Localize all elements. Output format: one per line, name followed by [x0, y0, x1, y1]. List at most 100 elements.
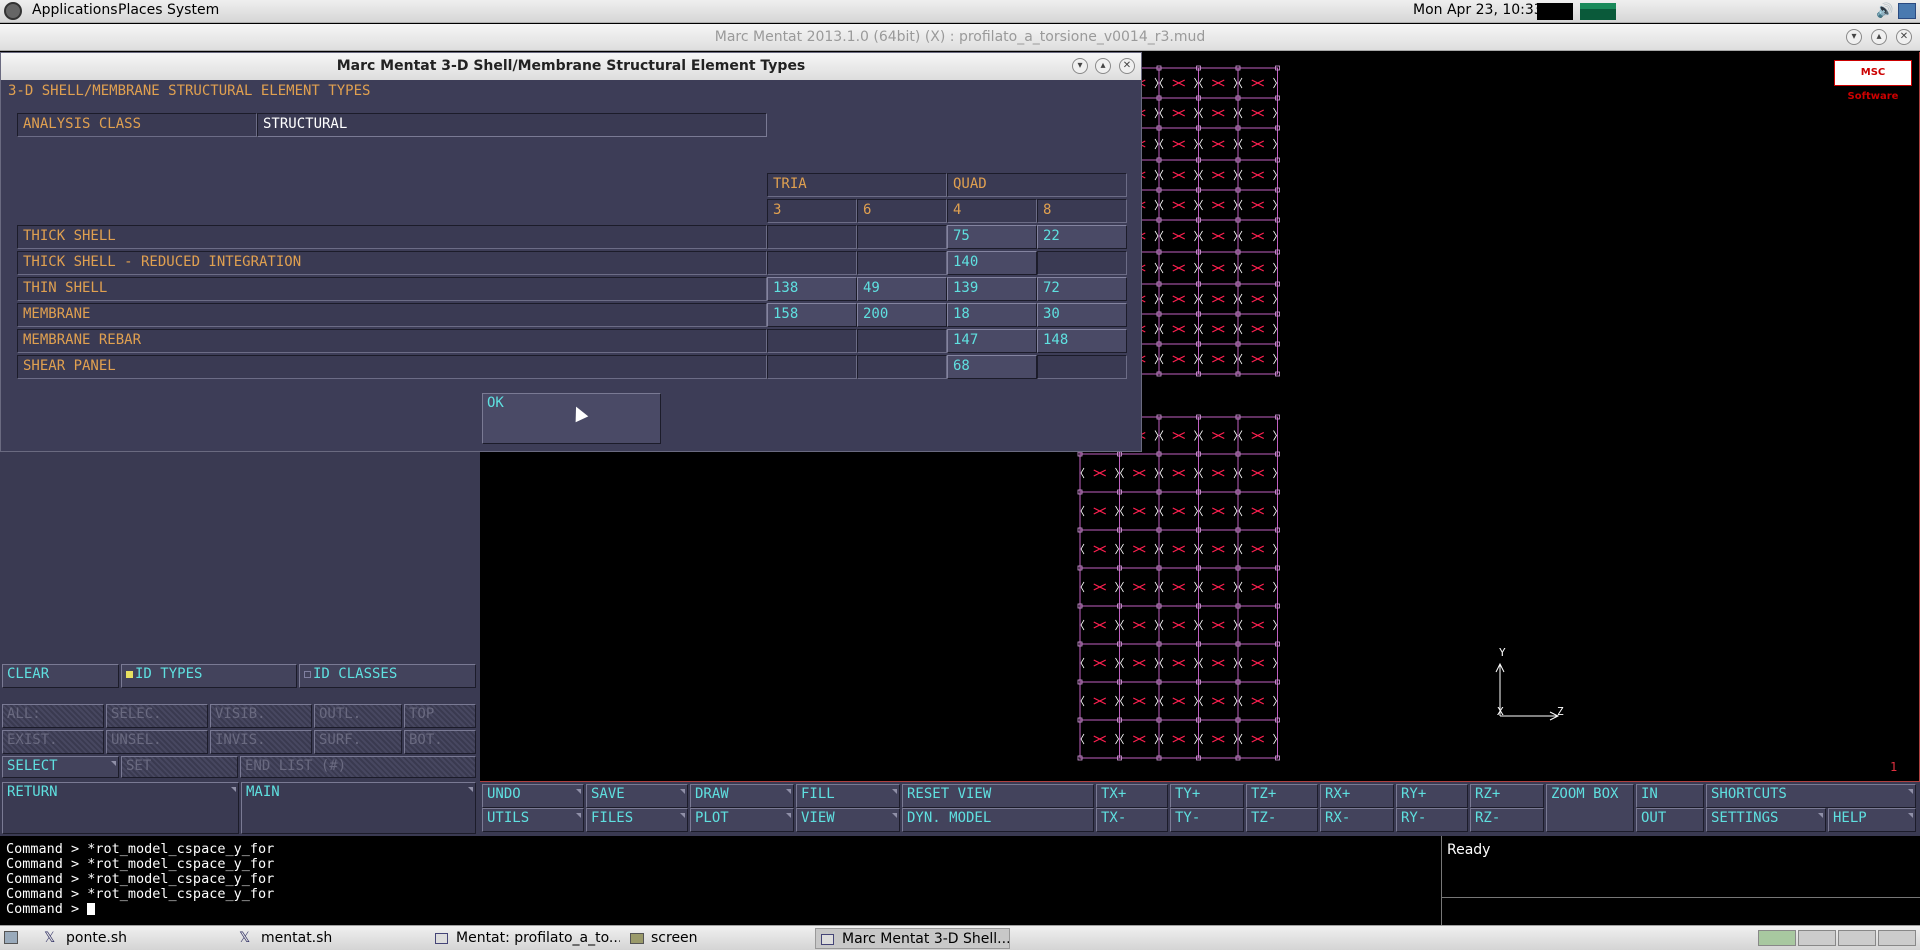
element-type-button[interactable]: 158 [767, 303, 857, 327]
row-label: THICK SHELL [17, 225, 767, 249]
clear-button[interactable]: CLEAR [2, 664, 119, 688]
ok-button[interactable]: OK [482, 393, 661, 444]
maximize-icon[interactable]: ▴ [1871, 29, 1887, 45]
invis-button[interactable]: INVIS. [210, 730, 312, 754]
toolbar-undo-button[interactable]: UNDO [482, 784, 584, 808]
toolbar-tx+-button[interactable]: TX+ [1096, 784, 1168, 808]
task-mentat-main[interactable]: Mentat: profilato_a_to... [430, 928, 620, 949]
top-panel: Applications Places System Mon Apr 23, 1… [0, 0, 1920, 23]
minimize-icon[interactable]: ▾ [1846, 29, 1862, 45]
set-button[interactable]: SET [121, 756, 238, 778]
element-type-button[interactable]: 68 [947, 355, 1037, 379]
task-mentat[interactable]: 𝕏mentat.sh [235, 928, 425, 949]
element-type-button[interactable]: 30 [1037, 303, 1127, 327]
element-type-button[interactable]: 200 [857, 303, 947, 327]
menu-places[interactable]: Places [118, 2, 163, 18]
element-type-button[interactable]: 22 [1037, 225, 1127, 249]
main-button[interactable]: MAIN [241, 782, 476, 834]
element-type-button[interactable]: 49 [857, 277, 947, 301]
element-type-button[interactable]: 72 [1037, 277, 1127, 301]
volume-icon[interactable]: 🔊 [1876, 3, 1893, 19]
toolbar-ty--button[interactable]: TY- [1170, 808, 1244, 832]
toolbar-rz+-button[interactable]: RZ+ [1470, 784, 1544, 808]
unsel-button[interactable]: UNSEL. [106, 730, 208, 754]
command-prompt[interactable]: Command > [6, 902, 1434, 917]
menu-system[interactable]: System [167, 2, 219, 18]
toolbar-dyn-model-button[interactable]: DYN. MODEL [902, 808, 1094, 832]
edge-marker [1233, 581, 1238, 593]
edge-marker [1080, 733, 1085, 745]
element-type-button[interactable]: 138 [767, 277, 857, 301]
task-ponte[interactable]: 𝕏ponte.sh [40, 928, 230, 949]
toolbar-reset-view-button[interactable]: RESET VIEW [902, 784, 1094, 808]
settings-button[interactable]: SETTINGS [1706, 808, 1826, 832]
toolbar-ry--button[interactable]: RY- [1396, 808, 1468, 832]
text-cursor [87, 903, 96, 915]
toolbar-ry+-button[interactable]: RY+ [1396, 784, 1468, 808]
zoom-out-button[interactable]: OUT [1636, 808, 1704, 832]
element-type-button[interactable]: 147 [947, 329, 1037, 353]
element-type-button[interactable]: 140 [947, 251, 1037, 275]
edge-marker [1273, 262, 1277, 274]
element-type-button[interactable]: 18 [947, 303, 1037, 327]
dialog-maximize-icon[interactable]: ▴ [1095, 58, 1111, 74]
help-button[interactable]: HELP [1828, 808, 1916, 832]
workspace-1[interactable] [1758, 930, 1796, 946]
all-label: ALL: [2, 704, 104, 728]
return-button[interactable]: RETURN [2, 782, 239, 834]
zoom-in-button[interactable]: IN [1636, 784, 1704, 808]
end-list-button[interactable]: END LIST (#) [240, 756, 476, 778]
dialog-minimize-icon[interactable]: ▾ [1072, 58, 1088, 74]
empty-cell [1037, 355, 1127, 379]
zoom-box-button[interactable]: ZOOM BOX [1546, 784, 1634, 832]
toolbar-rx+-button[interactable]: RX+ [1320, 784, 1394, 808]
edge-marker [1154, 467, 1159, 479]
toolbar-rz--button[interactable]: RZ- [1470, 808, 1544, 832]
show-desktop-icon[interactable] [4, 931, 18, 944]
gnome-foot-icon[interactable] [4, 2, 22, 20]
command-console[interactable]: Command > *rot_model_cspace_y_for Comman… [0, 836, 1440, 925]
toolbar-draw-button[interactable]: DRAW [690, 784, 794, 808]
top-button[interactable]: TOP [404, 704, 476, 728]
toolbar-rx--button[interactable]: RX- [1320, 808, 1394, 832]
surf-button[interactable]: SURF. [314, 730, 402, 754]
element-type-button[interactable]: 75 [947, 225, 1037, 249]
task-screen[interactable]: screen [625, 928, 815, 949]
toolbar-view-button[interactable]: VIEW [796, 808, 900, 832]
toolbar-save-button[interactable]: SAVE [586, 784, 688, 808]
toolbar-tx--button[interactable]: TX- [1096, 808, 1168, 832]
select-button[interactable]: SELECT [2, 756, 119, 778]
close-icon[interactable]: ✕ [1896, 29, 1912, 45]
system-monitor-cpu[interactable] [1537, 3, 1573, 20]
dialog-titlebar[interactable]: Marc Mentat 3-D Shell/Membrane Structura… [1, 53, 1141, 80]
workspace-2[interactable] [1798, 930, 1836, 946]
toolbar-tz--button[interactable]: TZ- [1246, 808, 1318, 832]
main-window-titlebar[interactable]: Marc Mentat 2013.1.0 (64bit) (X) : profi… [0, 24, 1920, 51]
menu-applications[interactable]: Applications [32, 2, 118, 18]
system-monitor-net[interactable] [1580, 3, 1616, 20]
id-classes-button[interactable]: ID CLASSES [299, 664, 476, 688]
element-type-button[interactable]: 148 [1037, 329, 1127, 353]
toolbar-fill-button[interactable]: FILL [796, 784, 900, 808]
toolbar-tz+-button[interactable]: TZ+ [1246, 784, 1318, 808]
workspace-4[interactable] [1878, 930, 1916, 946]
edge-marker [1199, 543, 1203, 555]
workspace-3[interactable] [1838, 930, 1876, 946]
applet-icon[interactable] [1898, 3, 1916, 19]
toolbar-plot-button[interactable]: PLOT [690, 808, 794, 832]
analysis-class-field[interactable]: STRUCTURAL [257, 113, 767, 137]
id-types-button[interactable]: ID TYPES [121, 664, 297, 688]
toolbar-files-button[interactable]: FILES [586, 808, 688, 832]
clock[interactable]: Mon Apr 23, 10:33 [1413, 2, 1543, 18]
bot-button[interactable]: BOT. [404, 730, 476, 754]
element-type-button[interactable]: 139 [947, 277, 1037, 301]
shortcuts-button[interactable]: SHORTCUTS [1706, 784, 1916, 808]
toolbar-ty+-button[interactable]: TY+ [1170, 784, 1244, 808]
task-element-dialog[interactable]: Marc Mentat 3-D Shell... [815, 928, 1010, 949]
selec-button[interactable]: SELEC. [106, 704, 208, 728]
toolbar-utils-button[interactable]: UTILS [482, 808, 584, 832]
dialog-close-icon[interactable]: ✕ [1119, 58, 1135, 74]
exist-button[interactable]: EXIST. [2, 730, 104, 754]
visib-button[interactable]: VISIB. [210, 704, 312, 728]
outl-button[interactable]: OUTL. [314, 704, 402, 728]
